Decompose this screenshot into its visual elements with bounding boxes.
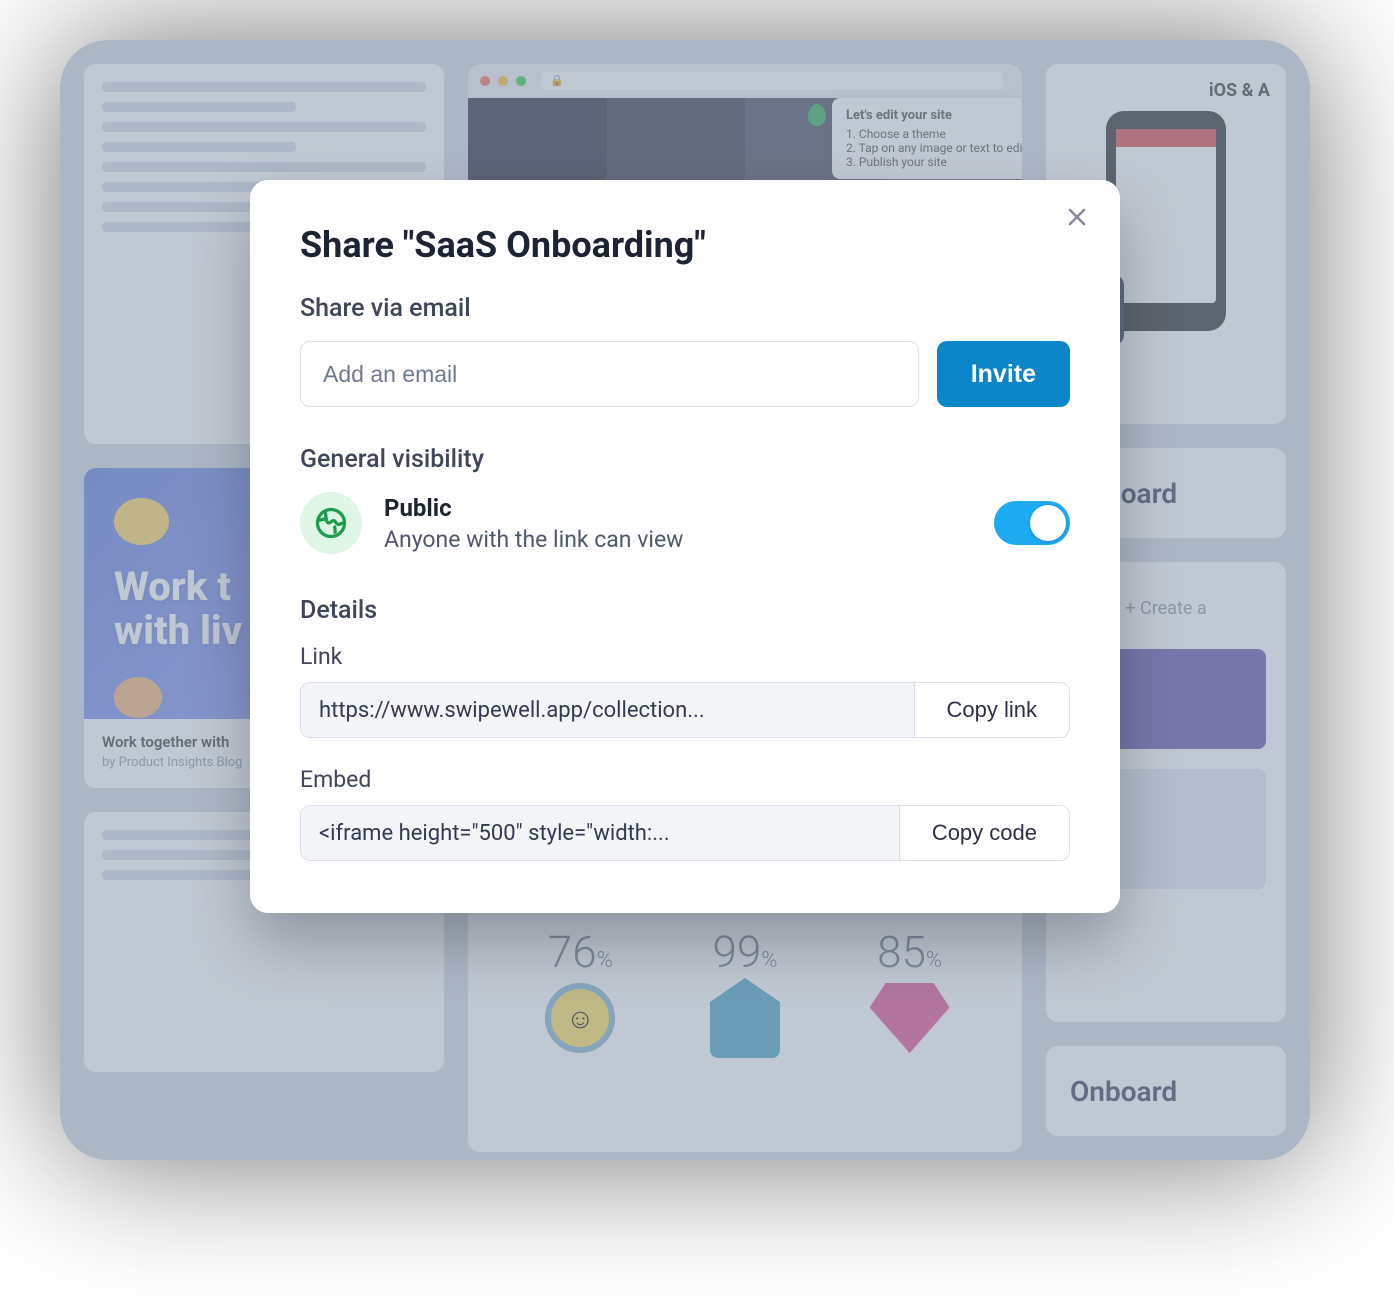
share-modal: Share "SaaS Onboarding" Share via email … [250, 180, 1120, 913]
email-input[interactable] [300, 341, 919, 407]
visibility-toggle[interactable] [994, 501, 1070, 545]
modal-title: Share "SaaS Onboarding" [300, 224, 1070, 266]
app-background: Work t with liv Work together with by Pr… [60, 40, 1310, 1160]
share-link-value[interactable]: https://www.swipewell.app/collection... [301, 683, 915, 737]
copy-code-button[interactable]: Copy code [900, 806, 1069, 860]
embed-code-value[interactable]: <iframe height="500" style="width:... [301, 806, 900, 860]
visibility-title: Public [384, 494, 972, 522]
embed-field-label: Embed [300, 766, 1070, 793]
toggle-knob [1030, 505, 1066, 541]
invite-button[interactable]: Invite [937, 341, 1070, 407]
globe-icon [300, 492, 362, 554]
details-section-label: Details [300, 596, 1070, 625]
share-email-label: Share via email [300, 294, 1070, 323]
close-icon [1065, 205, 1089, 233]
visibility-description: Anyone with the link can view [384, 526, 972, 553]
close-button[interactable] [1060, 202, 1094, 236]
link-field-label: Link [300, 643, 1070, 670]
copy-link-button[interactable]: Copy link [915, 683, 1069, 737]
visibility-section-label: General visibility [300, 445, 1070, 474]
